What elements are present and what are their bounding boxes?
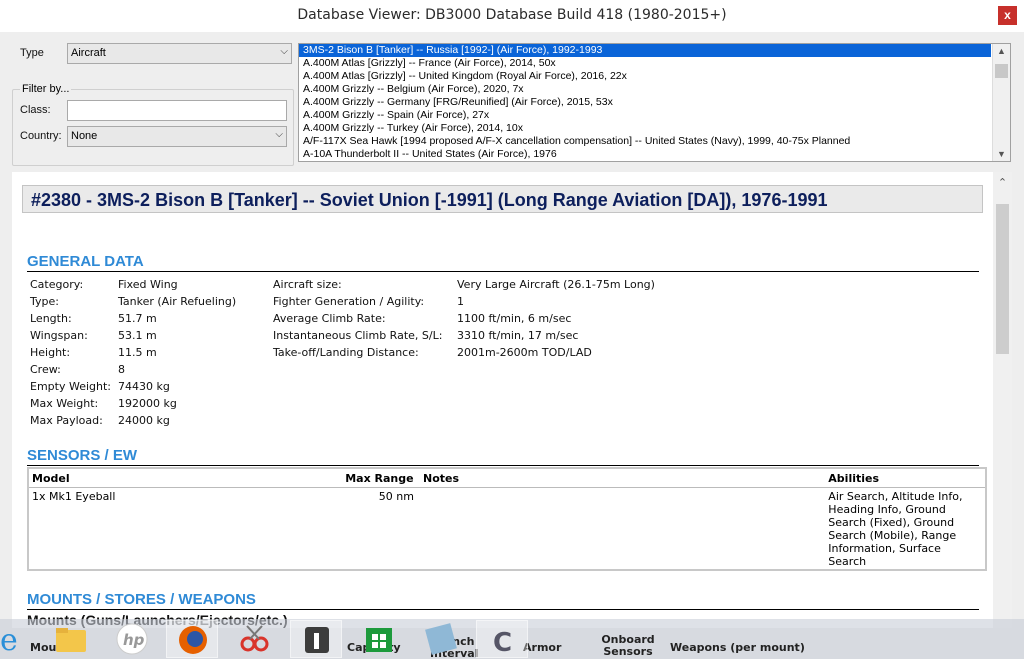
- field-label: Instantaneous Climb Rate, S/L:: [273, 329, 443, 342]
- field-value: Fixed Wing: [118, 278, 178, 291]
- unit-heading-box: #2380 - 3MS-2 Bison B [Tanker] -- Soviet…: [22, 185, 983, 213]
- filter-by-label: Filter by...: [20, 83, 72, 95]
- country-label: Country:: [20, 130, 62, 142]
- field-value: Very Large Aircraft (26.1-75m Long): [457, 278, 655, 291]
- mounts-column-header: Onboard Sensors: [601, 633, 655, 658]
- list-item[interactable]: A.400M Atlas [Grizzly] -- United Kingdom…: [299, 70, 991, 83]
- sensor-notes: [420, 488, 825, 571]
- notepad-icon[interactable]: [414, 620, 466, 658]
- scroll-up-icon[interactable]: ⌃: [993, 176, 1012, 189]
- country-select[interactable]: None ⌵: [67, 126, 287, 147]
- list-item[interactable]: 3MS-2 Bison B [Tanker] -- Russia [1992-]…: [299, 44, 992, 58]
- column-header: Abilities: [825, 469, 985, 488]
- field-label: Fighter Generation / Agility:: [273, 295, 425, 308]
- field-value: 1: [457, 295, 464, 308]
- field-value: 2001m-2600m TOD/LAD: [457, 346, 592, 359]
- divider: [27, 609, 979, 610]
- type-label: Type: [20, 47, 44, 59]
- sensors-table: Model Max Range Notes Abilities 1x Mk1 E…: [27, 467, 987, 571]
- game-app-icon[interactable]: C: [476, 620, 528, 658]
- sensor-range: 50 nm: [378, 490, 414, 503]
- field-label: Length:: [30, 312, 72, 325]
- field-label: Aircraft size:: [273, 278, 342, 291]
- field-value: 3310 ft/min, 17 m/sec: [457, 329, 579, 342]
- field-label: Wingspan:: [30, 329, 88, 342]
- field-label: Empty Weight:: [30, 380, 111, 393]
- sensor-model: 1x Mk1 Eyeball: [32, 490, 116, 503]
- chevron-down-icon: ⌵: [280, 46, 288, 57]
- field-value: 74430 kg: [118, 380, 170, 393]
- chevron-down-icon: ⌵: [275, 129, 283, 140]
- field-label: Max Weight:: [30, 397, 99, 410]
- field-label: Category:: [30, 278, 84, 291]
- svg-text:e: e: [0, 623, 18, 658]
- list-item[interactable]: A/F-117X Sea Hawk [1994 proposed A/F-X c…: [299, 135, 991, 148]
- firefox-icon[interactable]: [166, 620, 218, 658]
- type-select-value: Aircraft: [71, 47, 106, 59]
- field-value: 53.1 m: [118, 329, 157, 342]
- field-value: 51.7 m: [118, 312, 157, 325]
- svg-text:C: C: [493, 628, 512, 658]
- sensors-header-row: Model Max Range Notes Abilities: [29, 469, 985, 488]
- class-label: Class:: [20, 104, 51, 116]
- unit-listbox[interactable]: 3MS-2 Bison B [Tanker] -- Russia [1992-]…: [298, 43, 1011, 162]
- file-explorer-icon[interactable]: [46, 620, 98, 658]
- scroll-down-icon[interactable]: ▼: [993, 149, 1010, 159]
- class-input[interactable]: [67, 100, 287, 121]
- scroll-up-icon[interactable]: ▲: [993, 46, 1010, 56]
- column-header: Max Range: [342, 469, 420, 488]
- internet-explorer-icon[interactable]: e: [0, 620, 38, 658]
- general-data-title: GENERAL DATA: [27, 253, 144, 270]
- table-row: 1x Mk1 Eyeball 50 nm Air Search, Altitud…: [29, 488, 985, 571]
- field-value: 8: [118, 363, 125, 376]
- divider: [27, 465, 979, 466]
- column-header: Notes: [419, 469, 826, 488]
- snipping-tool-icon[interactable]: [228, 620, 280, 658]
- field-label: Take-off/Landing Distance:: [273, 346, 419, 359]
- field-value: Tanker (Air Refueling): [118, 295, 237, 308]
- divider: [27, 271, 979, 272]
- sensor-abilities: Air Search, Altitude Info, Heading Info,…: [828, 490, 963, 568]
- field-value: 11.5 m: [118, 346, 157, 359]
- field-label: Type:: [30, 295, 59, 308]
- field-value: 192000 kg: [118, 397, 177, 410]
- field-value: 1100 ft/min, 6 m/sec: [457, 312, 572, 325]
- sensors-title: SENSORS / EW: [27, 447, 138, 464]
- unit-heading: #2380 - 3MS-2 Bison B [Tanker] -- Soviet…: [31, 190, 828, 210]
- detail-scroll-thumb[interactable]: [996, 204, 1009, 354]
- list-item[interactable]: A.400M Grizzly -- Turkey (Air Force), 20…: [299, 122, 991, 135]
- list-item[interactable]: A.400M Grizzly -- Belgium (Air Force), 2…: [299, 83, 991, 96]
- mounts-title: MOUNTS / STORES / WEAPONS: [27, 591, 256, 608]
- close-button[interactable]: x: [998, 6, 1017, 25]
- touch-app-icon[interactable]: [290, 620, 342, 658]
- column-header: Model: [29, 469, 343, 488]
- detail-scrollbar[interactable]: ⌃: [993, 172, 1012, 628]
- field-label: Height:: [30, 346, 71, 359]
- field-label: Crew:: [30, 363, 61, 376]
- list-item[interactable]: A.400M Grizzly -- Germany [FRG/Reunified…: [299, 96, 991, 109]
- list-item[interactable]: A.400M Grizzly -- Spain (Air Force), 27x: [299, 109, 991, 122]
- type-select[interactable]: Aircraft ⌵: [67, 43, 292, 64]
- title-bar: Database Viewer: DB3000 Database Build 4…: [0, 0, 1024, 32]
- listbox-scrollbar[interactable]: ▲ ▼: [992, 44, 1010, 161]
- field-value: 24000 kg: [118, 414, 170, 427]
- mounts-column-header: Weapons (per mount): [670, 641, 805, 654]
- field-label: Average Climb Rate:: [273, 312, 386, 325]
- field-label: Max Payload:: [30, 414, 103, 427]
- list-item[interactable]: A.400M Atlas [Grizzly] -- France (Air Fo…: [299, 57, 991, 70]
- hp-icon[interactable]: hp: [106, 620, 158, 658]
- list-item[interactable]: A-10A Thunderbolt II -- United States (A…: [299, 148, 991, 161]
- country-select-value: None: [71, 130, 98, 142]
- window-title: Database Viewer: DB3000 Database Build 4…: [297, 7, 727, 23]
- listbox-scroll-thumb[interactable]: [995, 64, 1008, 78]
- svg-text:hp: hp: [123, 631, 145, 649]
- detail-pane: #2380 - 3MS-2 Bison B [Tanker] -- Soviet…: [12, 172, 993, 628]
- store-icon[interactable]: [352, 620, 404, 658]
- unit-list: 3MS-2 Bison B [Tanker] -- Russia [1992-]…: [299, 44, 1010, 161]
